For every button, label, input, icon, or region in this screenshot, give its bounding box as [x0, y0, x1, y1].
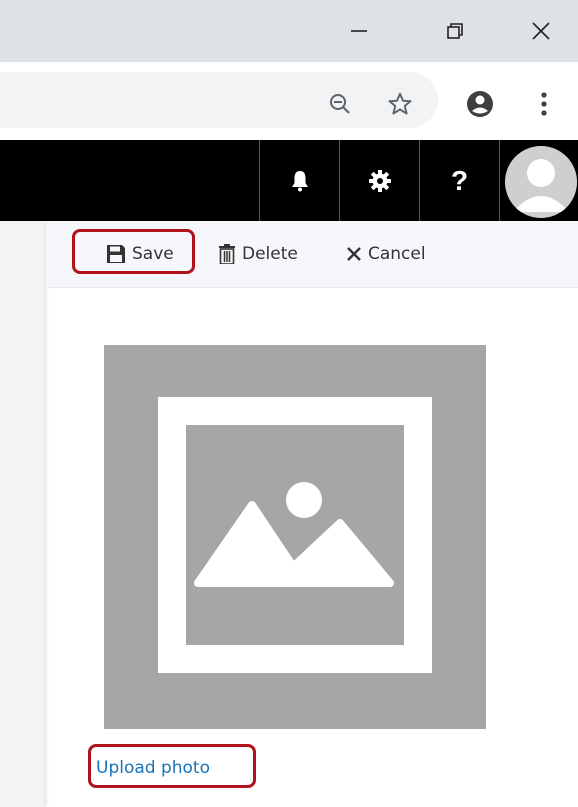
delete-button[interactable]: Delete: [218, 221, 298, 287]
minimize-icon[interactable]: [328, 0, 390, 62]
upload-highlight-box: [88, 744, 256, 788]
image-placeholder-icon: [158, 397, 432, 673]
kebab-menu-icon[interactable]: [528, 86, 560, 122]
cancel-button[interactable]: Cancel: [346, 221, 426, 287]
browser-toolbar: [0, 62, 578, 140]
gear-icon[interactable]: [340, 140, 419, 221]
star-icon[interactable]: [382, 86, 418, 122]
profile-icon[interactable]: [460, 84, 500, 124]
save-highlight-box: [72, 229, 195, 274]
close-icon[interactable]: [510, 0, 572, 62]
user-avatar-icon[interactable]: [505, 146, 577, 218]
delete-label: Delete: [242, 244, 298, 264]
restore-icon[interactable]: [424, 0, 486, 62]
header-divider: [499, 140, 500, 221]
zoom-out-icon[interactable]: [322, 86, 358, 122]
help-button[interactable]: ?: [420, 140, 499, 221]
photo-placeholder[interactable]: [104, 345, 486, 729]
left-navigation-rail: [0, 221, 44, 807]
trash-icon: [219, 244, 235, 264]
cancel-icon: [347, 247, 361, 261]
bell-icon[interactable]: [260, 140, 339, 221]
address-bar[interactable]: [0, 72, 438, 128]
window-titlebar: [0, 0, 578, 62]
cancel-label: Cancel: [368, 244, 426, 264]
app-header: ?: [0, 140, 578, 221]
